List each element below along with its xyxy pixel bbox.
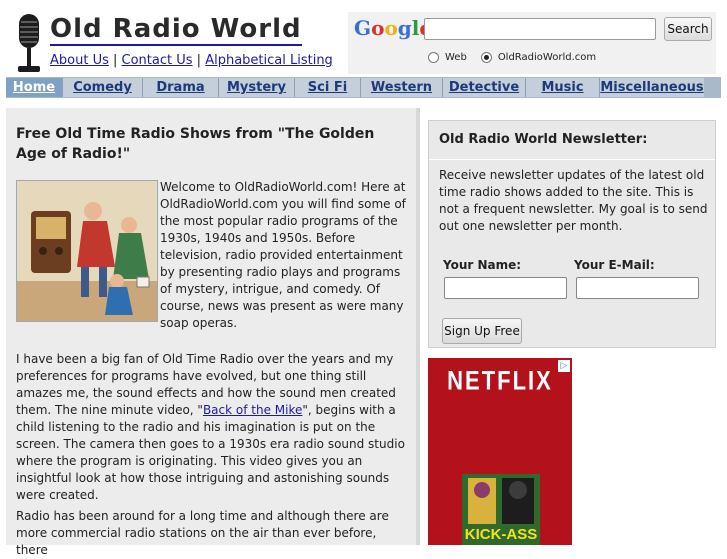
right-sidebar: Old Radio World Newsletter: Receive news… [424,108,727,545]
nav-detective[interactable]: Detective [443,78,526,97]
nav-home[interactable]: Home [6,78,63,97]
nav-western[interactable]: Western [361,78,443,97]
sound-effects-paragraph: I have been a big fan of Old Time Radio … [16,351,408,504]
search-input[interactable] [424,18,656,40]
nav-miscellaneous[interactable]: Miscellaneous [600,78,704,97]
site-title[interactable]: Old Radio World [50,14,302,46]
newsletter-description: Receive newsletter updates of the latest… [439,168,708,233]
back-of-the-mike-link[interactable]: Back of the Mike [203,403,302,417]
name-field[interactable] [444,277,567,299]
nav-music[interactable]: Music [526,78,600,97]
radio-web[interactable] [428,52,439,63]
vintage-radio-illustration [16,180,158,322]
newsletter-box: Old Radio World Newsletter: Receive news… [428,120,716,348]
email-label: Your E-Mail: [574,258,655,272]
poster-title: KICK-ASS [464,526,538,543]
search-scope: Web OldRadioWorld.com [428,52,596,63]
alphabetical-listing-link[interactable]: Alphabetical Listing [205,53,333,68]
nav-drama[interactable]: Drama [143,78,219,97]
intro-text: Welcome to OldRadioWorld.com! Here at Ol… [160,180,406,330]
netflix-ad[interactable]: ▷ NETFLIX KICK-ASS [428,358,572,545]
radio-history-paragraph: Radio has been around for a long time an… [16,509,389,557]
radio-site-label: OldRadioWorld.com [497,52,597,63]
para2-text-end: ", begins with a child listening to the … [16,403,405,502]
search-button[interactable]: Search [664,17,712,41]
radio-family-image-icon [17,181,157,321]
nav-mystery[interactable]: Mystery [219,78,295,97]
newsletter-title: Old Radio World Newsletter: [439,132,648,147]
sign-up-button[interactable]: Sign Up Free [442,318,522,344]
name-label: Your Name: [443,258,522,272]
microphone-logo-icon[interactable] [12,12,46,74]
link-separator: | [196,53,202,68]
google-search-box: Google Search Web OldRadioWorld.com [348,12,716,74]
google-logo: Google [354,16,432,40]
about-link[interactable]: About Us [50,53,109,68]
nav-comedy[interactable]: Comedy [63,78,143,97]
netflix-logo[interactable]: NETFLIX [428,365,572,396]
main-nav: Home Comedy Drama Mystery Sci Fi Western… [6,77,721,98]
email-field[interactable] [576,277,699,299]
page-title: Free Old Time Radio Shows from "The Gold… [16,126,375,162]
radio-web-label: Web [445,52,467,63]
movie-poster[interactable]: KICK-ASS [462,474,540,545]
contact-link[interactable]: Contact Us [122,53,193,68]
nav-sci-fi[interactable]: Sci Fi [295,78,361,97]
radio-site[interactable] [480,52,492,63]
newsletter-divider [429,159,715,160]
top-links: About Us | Contact Us | Alphabetical Lis… [50,53,333,68]
site-header: Old Radio World About Us | Contact Us | … [0,0,727,76]
link-separator: | [113,53,118,68]
main-content: Free Old Time Radio Shows from "The Gold… [6,108,420,557]
